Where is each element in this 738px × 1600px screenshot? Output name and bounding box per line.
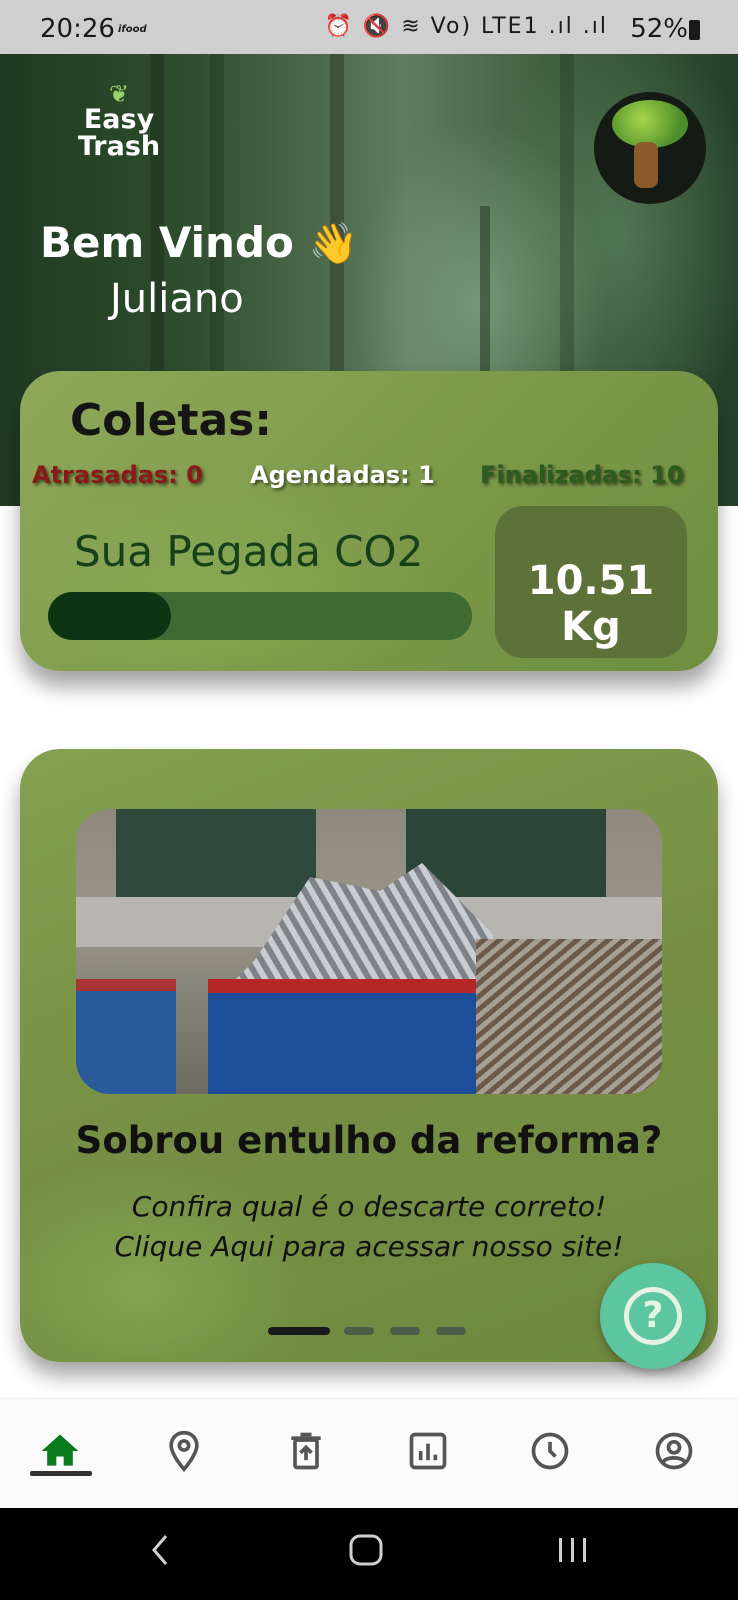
system-navigation-bar [0,1508,738,1600]
easy-trash-logo: ❦ Easy Trash [64,82,174,160]
banner-subtitle[interactable]: Confira qual é o descarte correto! Cliqu… [20,1187,718,1267]
nav-stats[interactable] [406,1429,456,1479]
welcome-text: Bem Vindo [40,218,294,267]
status-time: 20:26 [40,14,115,44]
chart-icon [409,1432,447,1470]
banner-subtitle-line2: Clique Aqui para acessar nosso site! [114,1230,624,1263]
battery-percent: 52% [630,14,688,44]
photo-debris-pile [476,939,662,1094]
wave-hand-icon: 👋 [308,221,359,267]
co2-progress-fill [48,592,171,640]
status-indicators-icon: ⏰ 🔇 ≋ Vo) LTE1 .ıl .ıl [324,14,608,39]
leaf-logo-icon: ❦ [108,80,130,108]
banner-subtitle-line1: Confira qual é o descarte correto! [131,1190,607,1223]
nav-collections[interactable] [284,1429,334,1479]
recent-apps-icon[interactable] [556,1530,590,1570]
nav-history[interactable] [528,1429,578,1479]
nav-active-indicator [30,1471,92,1476]
scheduled-count: Agendadas: 1 [250,461,435,489]
profile-icon [655,1432,693,1470]
avatar[interactable] [594,92,706,204]
co2-progress-bar [48,592,472,640]
battery-icon [689,20,700,40]
welcome-heading: Bem Vindo 👋 [40,218,358,267]
info-banner-carousel[interactable]: Sobrou entulho da reforma? Confira qual … [20,749,718,1362]
co2-value: 10.51 Kg [527,558,655,650]
status-bar: 20:26 ifood ⏰ 🔇 ≋ Vo) LTE1 .ıl .ıl 52% [0,0,738,54]
status-app-tag: ifood [118,24,147,35]
avatar-leaf-character-icon [612,100,688,148]
co2-footprint-label: Sua Pegada CO2 [74,527,424,576]
home-icon [41,1434,79,1466]
photo-skip [208,979,488,1094]
photo-net [116,809,316,897]
logo-text-trash: Trash [77,131,161,162]
banner-title: Sobrou entulho da reforma? [75,1119,663,1162]
carousel-dot[interactable] [344,1327,374,1335]
construction-debris-image [76,809,662,1094]
late-count: Atrasadas: 0 [32,461,203,489]
logo-text-easy: Easy [83,104,155,135]
co2-value-box: 10.51 Kg [495,506,687,658]
avatar-body [634,142,658,188]
map-pin-icon [169,1430,199,1473]
carousel-dot[interactable] [390,1327,420,1335]
question-mark-icon: ? [624,1287,682,1345]
home-button-icon[interactable] [348,1530,384,1570]
collections-card[interactable]: Coletas: Atrasadas: 0 Agendadas: 1 Final… [20,371,718,671]
nav-profile[interactable] [652,1429,702,1479]
carousel-dot-active[interactable] [268,1327,330,1335]
back-icon[interactable] [146,1530,176,1570]
history-clock-icon [531,1432,569,1470]
nav-map[interactable] [162,1429,212,1479]
trash-icon [291,1432,321,1470]
carousel-dot[interactable] [436,1327,466,1335]
user-name: Juliano [110,276,244,322]
finished-count: Finalizadas: 10 [480,461,684,489]
collections-title: Coletas: [70,395,272,446]
help-button[interactable]: ? [600,1263,706,1369]
bottom-navigation [0,1398,738,1508]
photo-skip [76,979,176,1094]
